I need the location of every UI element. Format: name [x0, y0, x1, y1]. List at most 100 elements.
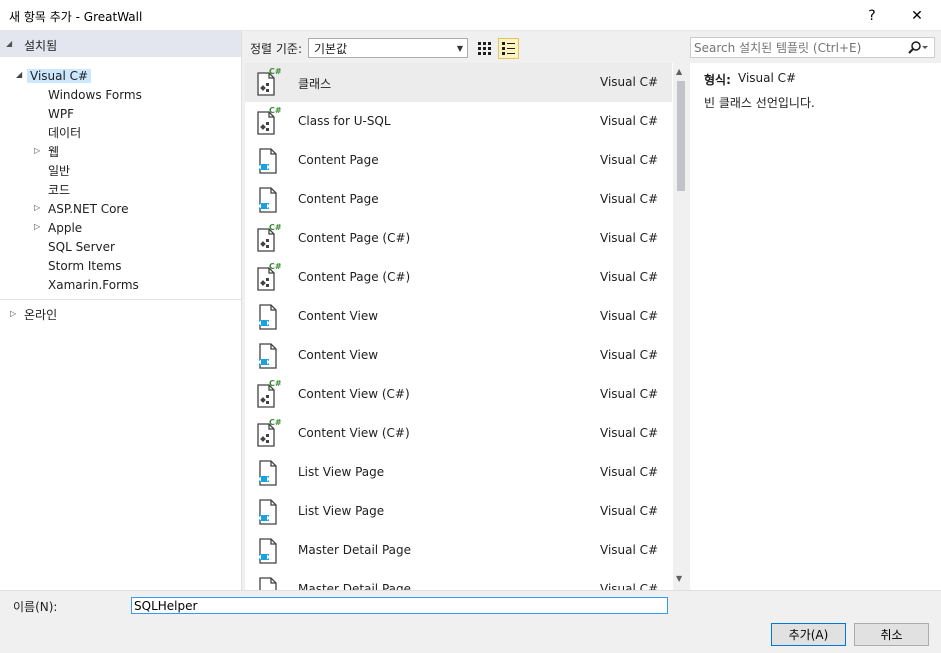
template-row[interactable]: Content Page Visual C#: [245, 180, 672, 219]
tree-item-visual-csharp[interactable]: ◢ Visual C#: [16, 66, 92, 85]
template-language: Visual C#: [600, 231, 659, 245]
svg-text:C#: C#: [269, 223, 282, 232]
close-button[interactable]: ✕: [894, 0, 940, 31]
tree-item[interactable]: 일반: [48, 161, 70, 180]
scroll-up-icon[interactable]: ▲: [676, 67, 682, 76]
scrollbar-thumb[interactable]: [677, 81, 685, 191]
tree-item[interactable]: WPF: [48, 104, 74, 123]
collapse-arrow-icon: ◢: [16, 70, 23, 79]
xaml-page-icon: [254, 145, 282, 176]
template-row[interactable]: List View Page Visual C#: [245, 453, 672, 492]
chevron-down-icon: ▼: [456, 44, 463, 53]
template-language: Visual C#: [600, 387, 659, 401]
tree-item-label: 웹: [48, 145, 60, 159]
tree-item-label: 코드: [48, 183, 71, 197]
template-row[interactable]: Content View Visual C#: [245, 336, 672, 375]
template-row[interactable]: C# 클래스 Visual C#: [245, 63, 672, 102]
template-name: Content Page: [298, 153, 379, 167]
tree-item-label: Storm Items: [48, 258, 122, 273]
divider: [0, 299, 241, 300]
template-row[interactable]: List View Page Visual C#: [245, 492, 672, 531]
tree-item[interactable]: 데이터: [48, 123, 81, 142]
tree-item-label: Windows Forms: [48, 87, 142, 102]
grid-view-button[interactable]: [474, 38, 495, 59]
template-name: Content View (C#): [298, 387, 410, 401]
list-view-button[interactable]: [498, 38, 519, 59]
xaml-page-icon: [254, 301, 282, 332]
name-field[interactable]: [131, 597, 668, 614]
tree-item[interactable]: ▷ Apple: [34, 218, 83, 237]
search-box: [690, 37, 935, 58]
installed-header[interactable]: ◢ 설치됨: [0, 31, 241, 57]
details-panel: 형식: Visual C# 빈 클래스 선언입니다.: [690, 63, 941, 590]
template-row[interactable]: Content View Visual C#: [245, 297, 672, 336]
template-row[interactable]: C# Content Page (C#) Visual C#: [245, 219, 672, 258]
tree-item-online[interactable]: ▷ 온라인: [10, 305, 58, 324]
expand-arrow-icon[interactable]: ▷: [34, 222, 44, 231]
tree-item-label: 온라인: [24, 308, 58, 322]
template-name: Master Detail Page: [298, 543, 412, 557]
xaml-page-icon: [254, 535, 282, 566]
expand-arrow-icon: ▷: [10, 309, 17, 318]
name-label: 이름(N):: [13, 600, 58, 614]
search-input[interactable]: [694, 40, 904, 55]
cancel-button[interactable]: 취소: [854, 623, 929, 646]
svg-text:C#: C#: [269, 418, 282, 427]
template-row[interactable]: Content Page Visual C#: [245, 141, 672, 180]
template-row[interactable]: Master Detail Page Visual C#: [245, 570, 672, 590]
tree-item[interactable]: SQL Server: [48, 237, 115, 256]
svg-text:C#: C#: [269, 379, 282, 388]
xaml-page-icon: [254, 574, 282, 590]
template-name: Content View: [298, 309, 379, 323]
tree-item[interactable]: ▷ 웹: [34, 142, 60, 161]
tree-item-label: Apple: [48, 220, 83, 235]
collapse-arrow-icon: ◢: [6, 39, 13, 48]
search-icon[interactable]: [907, 40, 929, 56]
template-row[interactable]: C# Content Page (C#) Visual C#: [245, 258, 672, 297]
template-language: Visual C#: [600, 504, 659, 518]
expand-arrow-icon[interactable]: ▷: [34, 146, 44, 155]
title-bar: 새 항목 추가 - GreatWall ? ✕: [0, 0, 941, 31]
csharp-class-icon: C#: [254, 418, 282, 449]
tree-item[interactable]: 코드: [48, 180, 70, 199]
tree-item[interactable]: Storm Items: [48, 256, 121, 275]
csharp-class-icon: C#: [254, 262, 282, 293]
tree-item-label: WPF: [48, 106, 75, 121]
template-name: Class for U-SQL: [298, 114, 391, 128]
template-language: Visual C#: [600, 309, 659, 323]
xaml-page-icon: [254, 184, 282, 215]
template-language: Visual C#: [600, 114, 659, 128]
sort-value: 기본값: [314, 42, 348, 56]
template-row[interactable]: C# Class for U-SQL Visual C#: [245, 102, 672, 141]
installed-label: 설치됨: [24, 39, 58, 53]
csharp-class-icon: C#: [254, 67, 282, 98]
xaml-page-icon: [254, 457, 282, 488]
tree-item[interactable]: Windows Forms: [48, 85, 142, 104]
add-button[interactable]: 추가(A): [771, 623, 846, 646]
expand-arrow-icon[interactable]: ▷: [34, 203, 44, 212]
template-name: Content Page (C#): [298, 270, 411, 284]
template-language: Visual C#: [600, 192, 659, 206]
template-language: Visual C#: [600, 582, 659, 590]
tree-item-label: 일반: [48, 164, 71, 178]
template-name: List View Page: [298, 465, 385, 479]
tree-item-label: Xamarin.Forms: [48, 277, 139, 292]
template-language: Visual C#: [600, 348, 659, 362]
csharp-class-icon: C#: [254, 379, 282, 410]
tree-item[interactable]: Xamarin.Forms: [48, 275, 139, 294]
template-row[interactable]: C# Content View (C#) Visual C#: [245, 414, 672, 453]
sort-dropdown[interactable]: 기본값 ▼: [308, 38, 468, 58]
help-button[interactable]: ?: [849, 0, 895, 31]
template-description: 빈 클래스 선언입니다.: [704, 96, 815, 110]
template-language: Visual C#: [600, 153, 659, 167]
vertical-scrollbar[interactable]: ▲ ▼: [673, 63, 688, 590]
template-language: Visual C#: [600, 426, 659, 440]
scroll-down-icon[interactable]: ▼: [676, 574, 682, 583]
template-row[interactable]: Master Detail Page Visual C#: [245, 531, 672, 570]
tree-item[interactable]: ▷ ASP.NET Core: [34, 199, 129, 218]
tree-item-label: ASP.NET Core: [48, 201, 129, 216]
template-list: C# 클래스 Visual C# C# Class for U-SQL Visual C#…: [245, 63, 688, 590]
template-row[interactable]: C# Content View (C#) Visual C#: [245, 375, 672, 414]
category-tree: ◢ 설치됨 ◢ Visual C# Windows Forms WPF 데이터 ▷ 웹 일…: [0, 31, 242, 590]
template-name: Master Detail Page: [298, 582, 412, 590]
